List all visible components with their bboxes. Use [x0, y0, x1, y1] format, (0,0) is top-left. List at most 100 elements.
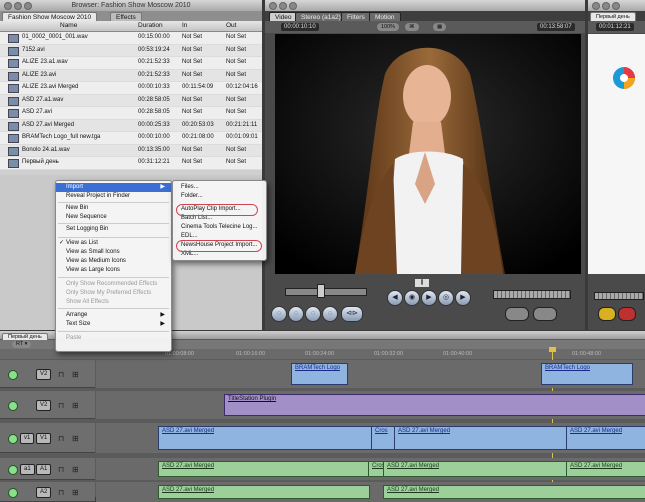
- menu-item[interactable]: Reveal Project in Finder: [56, 192, 171, 201]
- timeline-clip[interactable]: ASD 27.avi Merged: [566, 461, 645, 477]
- destination-patch[interactable]: V2: [36, 368, 52, 380]
- destination-patch[interactable]: A1: [36, 463, 52, 475]
- list-item[interactable]: 7152.avi 00:53:19:24 Not Set Not Set: [0, 44, 262, 57]
- timeline-clip[interactable]: ASD 27.avi Merged: [158, 426, 372, 450]
- menu-item[interactable]: Text Size ▶: [56, 320, 171, 329]
- column-name[interactable]: Name: [60, 21, 77, 31]
- timeline-clip[interactable]: ASD 27.avi Merged: [158, 461, 370, 477]
- auto-select-icon[interactable]: ⊞: [72, 488, 79, 497]
- list-item[interactable]: ALIZE 23.avi Merged 00:00:10:33 00:11:54:0…: [0, 82, 262, 95]
- play-button[interactable]: ▶: [421, 290, 437, 306]
- list-item[interactable]: Первый день 00:31:12:21 Not Set Not Set: [0, 157, 262, 170]
- viewer-current-timecode[interactable]: 00:13:58:07: [537, 23, 575, 31]
- minimize-icon[interactable]: [602, 2, 610, 10]
- timeline-clip[interactable]: BRAMTech Logo: [291, 363, 348, 385]
- menu-item[interactable]: Set Logging Bin: [56, 225, 171, 234]
- column-duration[interactable]: Duration: [138, 21, 163, 31]
- destination-patch[interactable]: V1: [36, 432, 52, 444]
- play-around-button[interactable]: ◎: [438, 290, 454, 306]
- viewer-duration-timecode[interactable]: 00:00:10:10: [281, 23, 319, 31]
- column-out[interactable]: Out: [226, 21, 236, 31]
- list-item[interactable]: ALIZE 23.a1.wav 00:21:52:33 Not Set Not Set: [0, 57, 262, 70]
- view-popup[interactable]: ⌘: [405, 23, 419, 31]
- canvas-jog-control[interactable]: [594, 292, 644, 300]
- menu-item[interactable]: View as Large Icons: [56, 266, 171, 275]
- shuttle-handle[interactable]: [317, 284, 325, 298]
- destination-patch[interactable]: A2: [36, 486, 52, 498]
- track-visibility-icon[interactable]: [8, 487, 18, 498]
- source-patch[interactable]: v1: [20, 432, 35, 444]
- menu-item[interactable]: New Sequence: [56, 213, 171, 222]
- mark-clip-button[interactable]: ◌: [288, 306, 304, 322]
- lock-icon[interactable]: ⊓: [58, 434, 64, 443]
- auto-select-icon[interactable]: ⊞: [72, 401, 79, 410]
- lock-icon[interactable]: ⊓: [58, 465, 64, 474]
- rt-popup[interactable]: RT ▾: [12, 341, 32, 348]
- play-in-out-button[interactable]: ◉: [404, 290, 420, 306]
- source-patch[interactable]: a1: [20, 463, 35, 475]
- add-keyframe-button[interactable]: ◌: [305, 306, 321, 322]
- generator-button[interactable]: [533, 307, 557, 321]
- menu-item[interactable]: View as Small Icons: [56, 248, 171, 257]
- overwrite-edit-button[interactable]: [618, 307, 636, 321]
- mark-in-out-button[interactable]: ⊲⊳: [341, 306, 363, 322]
- track-visibility-icon[interactable]: [8, 464, 18, 475]
- jog-control[interactable]: [493, 290, 571, 299]
- track-area[interactable]: ASD 27.avi Merged ASD 27.avi Merged: [96, 482, 645, 502]
- minimize-icon[interactable]: [279, 2, 287, 10]
- submenu-item[interactable]: Files...: [173, 183, 266, 192]
- match-frame-button[interactable]: ◌: [271, 306, 287, 322]
- list-item[interactable]: 01_0002_0001_001.wav 00:15:00:00 Not Set No…: [0, 32, 262, 45]
- menu-item[interactable]: Arrange ▶: [56, 311, 171, 320]
- zoom-icon[interactable]: [24, 2, 32, 10]
- menu-item[interactable]: View as List ✓: [56, 239, 171, 248]
- track-area[interactable]: BRAMTech Logo BRAMTech Logo: [96, 360, 645, 388]
- destination-patch[interactable]: V2: [36, 399, 52, 411]
- insert-edit-button[interactable]: [598, 307, 616, 321]
- menu-item[interactable]: Import ▶: [56, 183, 171, 192]
- list-item[interactable]: Bonolo 24.a1.wav 00:13:35:00 Not Set Not Se…: [0, 144, 262, 157]
- next-edit-button[interactable]: ▶: [455, 290, 471, 306]
- timeline-clip[interactable]: ASD 27.avi Merged: [566, 426, 645, 450]
- shuttle-control[interactable]: [285, 288, 367, 296]
- canvas-timecode[interactable]: 00:01:12:21: [596, 23, 634, 31]
- lock-icon[interactable]: ⊓: [58, 488, 64, 497]
- submenu-item[interactable]: Cinema Tools Telecine Log...: [173, 223, 266, 232]
- zoom-popup[interactable]: 100%: [377, 23, 400, 31]
- column-in[interactable]: In: [182, 21, 187, 31]
- list-item[interactable]: ASD 27.avi 00:28:58:05 Not Set Not Set: [0, 107, 262, 120]
- timeline-clip[interactable]: BRAMTech Logo: [541, 363, 633, 385]
- timeline-clip[interactable]: TitleStation Plugin: [224, 394, 645, 416]
- recent-clips-button[interactable]: [505, 307, 529, 321]
- playhead-handle[interactable]: [549, 347, 556, 352]
- menu-item[interactable]: New Bin: [56, 204, 171, 213]
- menu-item[interactable]: View as Medium Icons: [56, 257, 171, 266]
- auto-select-icon[interactable]: ⊞: [72, 434, 79, 443]
- list-item[interactable]: ALIZE 23.avi 00:21:52:33 Not Set Not Set: [0, 69, 262, 82]
- zoom-icon[interactable]: [289, 2, 297, 10]
- track-area[interactable]: ASD 27.avi Merged Cros ASD 27.avi Merged AS…: [96, 423, 645, 453]
- overlay-popup[interactable]: ▦: [433, 23, 447, 31]
- submenu-item[interactable]: Folder...: [173, 192, 266, 201]
- lock-icon[interactable]: ⊓: [58, 370, 64, 379]
- track-visibility-icon[interactable]: [8, 433, 18, 444]
- track-visibility-icon[interactable]: [8, 400, 18, 411]
- close-icon[interactable]: [4, 2, 12, 10]
- zoom-icon[interactable]: [612, 2, 620, 10]
- track-area[interactable]: ASD 27.avi Merged Cros ASD 27.avi Merged AS…: [96, 458, 645, 480]
- close-icon[interactable]: [592, 2, 600, 10]
- track-visibility-icon[interactable]: [8, 369, 18, 380]
- close-icon[interactable]: [269, 2, 277, 10]
- list-item[interactable]: BRAMTech Logo_full new.tga 00:00:10:00 00:…: [0, 132, 262, 145]
- prev-edit-button[interactable]: ◀: [387, 290, 403, 306]
- list-item[interactable]: ASD 27.a1.wav 00:28:58:05 Not Set Not Set: [0, 94, 262, 107]
- auto-select-icon[interactable]: ⊞: [72, 465, 79, 474]
- auto-select-icon[interactable]: ⊞: [72, 370, 79, 379]
- timeline-clip[interactable]: Cros: [371, 426, 395, 450]
- list-item[interactable]: ASD 27.avi Merged 00:00:25:33 00:20:53:03 0…: [0, 119, 262, 132]
- track-area[interactable]: TitleStation Plugin: [96, 391, 645, 419]
- minimize-icon[interactable]: [14, 2, 22, 10]
- lock-icon[interactable]: ⊓: [58, 401, 64, 410]
- playhead-indicator[interactable]: ⫼: [415, 279, 429, 287]
- timeline-clip[interactable]: Cros: [368, 461, 384, 477]
